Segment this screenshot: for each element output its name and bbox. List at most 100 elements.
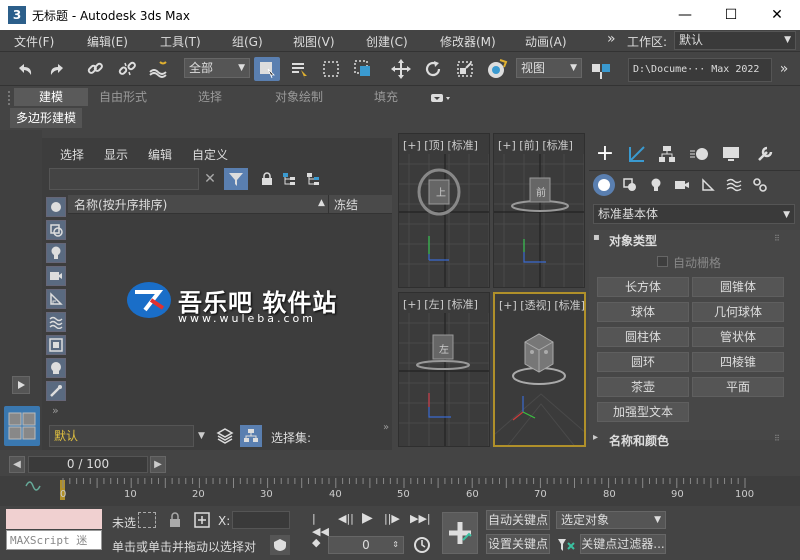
- window-crossing-icon[interactable]: [350, 57, 376, 81]
- time-prev-icon[interactable]: ◀: [9, 456, 25, 473]
- lights-category-icon[interactable]: [645, 174, 667, 196]
- unlink-icon[interactable]: [114, 57, 140, 81]
- reference-coordinate-dropdown[interactable]: 视图 ▼: [516, 58, 582, 78]
- sphere-button[interactable]: 球体: [597, 302, 689, 322]
- previous-frame-icon[interactable]: ◀||: [338, 512, 354, 528]
- shapes-category-icon[interactable]: [619, 174, 641, 196]
- redo-icon[interactable]: [44, 57, 70, 81]
- layer-hierarchy-icon[interactable]: [306, 172, 320, 186]
- active-layer-field[interactable]: 默认: [49, 425, 194, 447]
- go-to-start-icon[interactable]: |◀◀: [312, 512, 329, 538]
- viewcube-top-face[interactable]: 上: [436, 184, 446, 199]
- ribbon-subtab-polygon-modeling[interactable]: 多边形建模: [10, 108, 83, 128]
- layer-dropdown-icon[interactable]: ▼: [198, 431, 205, 441]
- utilities-tab-icon[interactable]: [753, 142, 777, 166]
- tab-object-paint[interactable]: 对象绘制: [262, 88, 336, 106]
- tube-button[interactable]: 管状体: [692, 327, 784, 347]
- modify-tab-icon[interactable]: [625, 142, 649, 166]
- menu-file[interactable]: 文件(F): [14, 33, 54, 50]
- key-filters-button[interactable]: 关键点过滤器...: [580, 534, 666, 554]
- layers-icon[interactable]: [216, 427, 234, 445]
- project-path-field[interactable]: D:\Docume··· Max 2022: [628, 58, 772, 82]
- menu-create[interactable]: 创建(C): [366, 33, 408, 50]
- lock-icon[interactable]: [260, 172, 274, 186]
- create-tab-icon[interactable]: +: [593, 142, 617, 166]
- time-slider[interactable]: 0 / 100: [28, 456, 148, 473]
- rollout-expand-icon[interactable]: ▸: [593, 432, 598, 443]
- maxscript-input[interactable]: MAXScript 迷: [6, 530, 102, 550]
- cone-button[interactable]: 圆锥体: [692, 277, 784, 297]
- menu-tools[interactable]: 工具(T): [160, 33, 201, 50]
- display-space-warps-icon[interactable]: [46, 312, 66, 332]
- hierarchy-tab-icon[interactable]: [655, 142, 679, 166]
- menu-views[interactable]: 视图(V): [293, 33, 335, 50]
- rollout-name-color-title[interactable]: 名称和颜色: [609, 432, 669, 449]
- rollout-object-type-title[interactable]: 对象类型: [609, 232, 657, 249]
- adaptive-degradation-icon[interactable]: [270, 535, 290, 555]
- helpers-category-icon[interactable]: [697, 174, 719, 196]
- go-to-end-icon[interactable]: ▶▶|: [410, 512, 431, 528]
- menu-group[interactable]: 组(G): [232, 33, 263, 50]
- workspace-dropdown[interactable]: 默认 ▼: [674, 31, 796, 50]
- rotate-icon[interactable]: [420, 57, 446, 81]
- viewport-left[interactable]: [+] [左] [标准] 左: [398, 292, 490, 447]
- pivot-center-icon[interactable]: [588, 57, 614, 81]
- absolute-mode-icon[interactable]: [194, 512, 210, 528]
- key-mode-icon[interactable]: ◆: [312, 536, 324, 552]
- current-frame-spinner[interactable]: 0 ⇕: [328, 536, 404, 554]
- rectangular-selection-icon[interactable]: [318, 57, 344, 81]
- display-xrefs-icon[interactable]: [46, 358, 66, 378]
- display-shapes-icon[interactable]: [46, 220, 66, 240]
- menu-animation[interactable]: 动画(A): [525, 33, 567, 50]
- explorer-expand-icon[interactable]: »: [52, 404, 59, 417]
- space-warps-category-icon[interactable]: [723, 174, 745, 196]
- selection-set-icon[interactable]: [240, 425, 262, 447]
- tab-freeform[interactable]: 自由形式: [88, 88, 158, 106]
- track-bar[interactable]: 0 10 20 30 40 50 60 70 80 90 100: [0, 476, 800, 506]
- minimize-button[interactable]: —: [662, 0, 708, 30]
- teapot-button[interactable]: 茶壶: [597, 377, 689, 397]
- isolate-selection-icon[interactable]: [138, 512, 156, 528]
- set-key-icon[interactable]: [442, 512, 478, 554]
- selection-filter-dropdown[interactable]: 全部 ▼: [184, 58, 250, 78]
- set-key-button[interactable]: 设置关键点: [486, 534, 550, 554]
- plane-button[interactable]: 平面: [692, 377, 784, 397]
- explorer-search-input[interactable]: [49, 168, 199, 190]
- tab-modeling[interactable]: 建模: [14, 88, 88, 106]
- viewport-perspective[interactable]: [+] [透视] [标准]: [493, 292, 586, 447]
- rollout-collapse-icon[interactable]: ▪: [593, 232, 600, 243]
- viewcube-front-face[interactable]: 前: [536, 184, 546, 199]
- placement-icon[interactable]: [484, 57, 510, 81]
- menu-edit[interactable]: 编辑(E): [87, 33, 128, 50]
- display-groups-icon[interactable]: [46, 335, 66, 355]
- x-coordinate-field[interactable]: [232, 511, 290, 529]
- viewport-layout-icon[interactable]: [4, 406, 40, 446]
- link-icon[interactable]: [82, 57, 108, 81]
- column-frozen[interactable]: 冻结: [334, 196, 358, 213]
- play-icon[interactable]: ▶: [362, 510, 378, 528]
- next-frame-icon[interactable]: ||▶: [384, 512, 400, 528]
- time-configuration-icon[interactable]: [412, 535, 432, 555]
- time-next-icon[interactable]: ▶: [150, 456, 166, 473]
- object-category-dropdown[interactable]: 标准基本体 ▼: [593, 204, 795, 224]
- display-geometry-icon[interactable]: [46, 197, 66, 217]
- ribbon-toggle-icon[interactable]: [430, 92, 452, 104]
- filter-icon[interactable]: [224, 168, 248, 190]
- geometry-category-icon[interactable]: [593, 174, 615, 196]
- cameras-category-icon[interactable]: [671, 174, 693, 196]
- display-lights-icon[interactable]: [46, 243, 66, 263]
- select-by-name-icon[interactable]: [286, 57, 312, 81]
- key-selection-dropdown[interactable]: 选定对象 ▼: [556, 511, 666, 529]
- tab-populate[interactable]: 填充: [356, 88, 416, 106]
- key-filter-icon[interactable]: [556, 535, 576, 555]
- box-button[interactable]: 长方体: [597, 277, 689, 297]
- clear-search-icon[interactable]: ✕: [202, 171, 218, 187]
- torus-button[interactable]: 圆环: [597, 352, 689, 372]
- display-bones-icon[interactable]: [46, 381, 66, 401]
- hierarchy-icon[interactable]: [282, 172, 296, 186]
- menu-modifiers[interactable]: 修改器(M): [440, 33, 496, 50]
- explorer-menu-edit[interactable]: 编辑: [148, 146, 172, 163]
- selection-lock-icon[interactable]: [168, 512, 182, 528]
- undo-icon[interactable]: [12, 57, 38, 81]
- maximize-button[interactable]: ☐: [708, 0, 754, 30]
